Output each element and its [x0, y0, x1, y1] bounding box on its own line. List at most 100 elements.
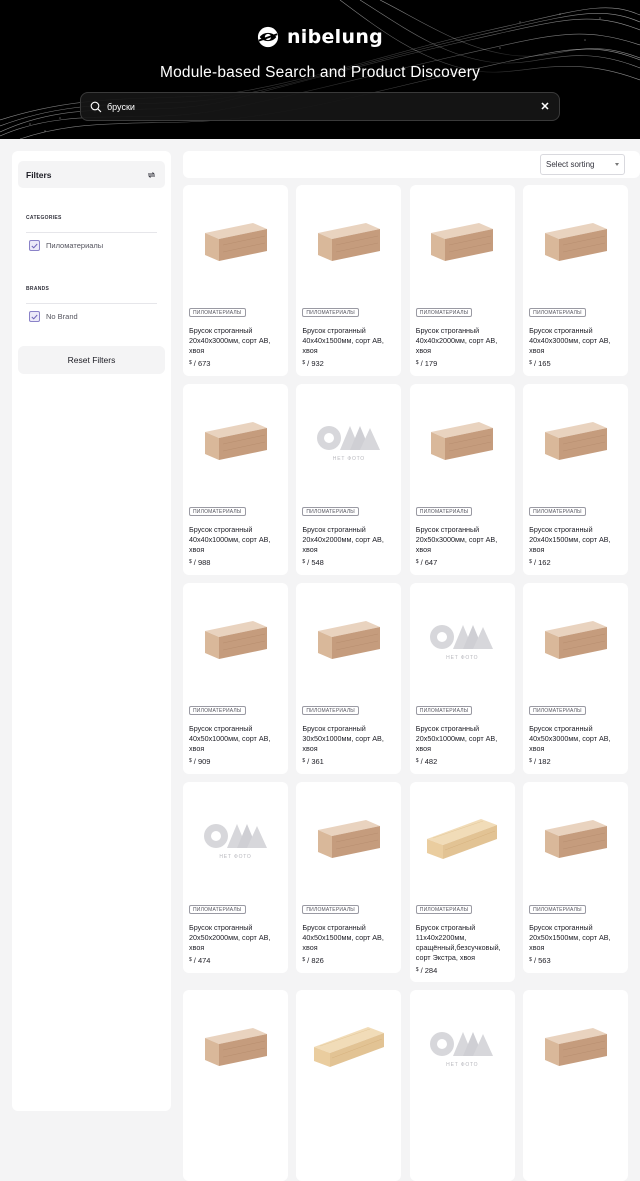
product-card[interactable]: ПИЛОМАТЕРИАЛЫ Брусок строганный 20x50x30…	[409, 384, 515, 575]
product-image[interactable]	[410, 782, 515, 900]
product-price: $/ 361	[302, 757, 324, 766]
product-card[interactable]: ПИЛОМАТЕРИАЛЫ Брусок строганый 11x40x220…	[409, 782, 515, 982]
product-title[interactable]: Брусок строганый 11x40x2200мм, сращённый…	[416, 923, 511, 963]
product-image[interactable]	[523, 583, 628, 701]
price-value: 932	[311, 359, 324, 368]
product-title[interactable]: Брусок строганный 40x40x1000мм, сорт АВ,…	[189, 525, 284, 555]
product-title[interactable]: Брусок строганный 20x50x3000мм, сорт АВ,…	[416, 525, 511, 555]
product-title[interactable]: Брусок строганный 20x40x1500мм, сорт АВ,…	[529, 525, 624, 555]
product-card[interactable]: НЕТ ФОТО ПИЛОМАТЕРИАЛЫ Брусок строганный…	[296, 384, 402, 575]
wood-board-image	[313, 1027, 384, 1067]
brand-filter-option[interactable]: No Brand	[29, 311, 78, 322]
product-image[interactable]	[183, 185, 288, 303]
currency-symbol: $	[302, 957, 306, 963]
product-title[interactable]: Брусок строганный 20x50x1000мм, сорт АВ,…	[416, 724, 511, 754]
brand-logo[interactable]: nibelung	[0, 26, 640, 48]
product-card[interactable]: ПИЛОМАТЕРИАЛЫ Брусок строганный 40x50x10…	[183, 583, 288, 774]
product-image[interactable]: НЕТ ФОТО	[410, 990, 515, 1108]
product-card[interactable]	[183, 990, 288, 1181]
product-card[interactable]: ПИЛОМАТЕРИАЛЫ Брусок строганный 40x50x30…	[523, 583, 629, 774]
product-title[interactable]: Брусок строганный 20x50x2000мм, сорт АВ,…	[189, 923, 284, 953]
category-filter-option[interactable]: Пиломатериалы	[29, 240, 103, 251]
no-photo-caption: НЕТ ФОТО	[446, 655, 479, 661]
product-title[interactable]: Брусок строганный 30x50x1000мм, сорт АВ,…	[302, 724, 397, 754]
hero-tagline: Module-based Search and Product Discover…	[159, 64, 481, 81]
product-image[interactable]	[183, 583, 288, 701]
sort-select[interactable]: Select sorting	[540, 154, 625, 175]
product-card[interactable]: ПИЛОМАТЕРИАЛЫ Брусок строганный 40x40x30…	[523, 185, 629, 376]
category-badge: ПИЛОМАТЕРИАЛЫ	[189, 905, 246, 914]
product-title[interactable]: Брусок строганный 40x50x1500мм, сорт АВ,…	[302, 923, 397, 953]
wood-beam-image	[317, 621, 380, 659]
product-card[interactable]: ПИЛОМАТЕРИАЛЫ Брусок строганный 40x40x20…	[409, 185, 515, 376]
currency-symbol: $	[189, 360, 192, 366]
reset-filters-button[interactable]: Reset Filters	[18, 346, 165, 374]
price-value: 482	[424, 757, 438, 766]
category-badge: ПИЛОМАТЕРИАЛЫ	[302, 706, 359, 715]
product-image[interactable]	[183, 990, 288, 1108]
product-card[interactable]: ПИЛОМАТЕРИАЛЫ Брусок строганный 40x40x10…	[183, 384, 288, 575]
results-toolbar: Select sorting	[183, 151, 640, 178]
product-card[interactable]: ПИЛОМАТЕРИАЛЫ Брусок строганный 20x40x15…	[523, 384, 629, 575]
sort-select-label: Select sorting	[546, 160, 595, 169]
product-image[interactable]	[523, 990, 628, 1108]
product-image[interactable]	[296, 583, 401, 701]
product-image[interactable]	[296, 185, 401, 303]
filters-sidebar: Filters CATEGORIES Пиломатериалы BRANDS …	[12, 151, 171, 1111]
product-grid: ПИЛОМАТЕРИАЛЫ Брусок строганный 20x40x30…	[183, 185, 640, 1181]
product-price: $/ 182	[529, 757, 551, 766]
product-image[interactable]	[410, 384, 515, 502]
category-badge: ПИЛОМАТЕРИАЛЫ	[189, 507, 246, 516]
product-card[interactable]: НЕТ ФОТО ПИЛОМАТЕРИАЛЫ Брусок строганный…	[409, 583, 515, 774]
product-image[interactable]: НЕТ ФОТО	[410, 583, 515, 701]
product-title[interactable]: Брусок строганный 40x50x3000мм, сорт АВ,…	[529, 724, 624, 754]
product-card[interactable]: ПИЛОМАТЕРИАЛЫ Брусок строганный 40x40x15…	[296, 185, 402, 376]
product-card[interactable]	[523, 990, 629, 1181]
product-image[interactable]	[410, 185, 515, 303]
checkmark-icon	[31, 314, 38, 320]
no-photo-placeholder: НЕТ ФОТО	[429, 623, 495, 661]
wood-beam-image	[204, 223, 267, 261]
category-checkbox[interactable]	[29, 240, 40, 251]
price-value: 647	[424, 558, 438, 567]
wood-beam-image	[544, 422, 607, 460]
product-image[interactable]	[523, 782, 628, 900]
product-card[interactable]: ПИЛОМАТЕРИАЛЫ Брусок строганный 20x40x30…	[183, 185, 288, 376]
no-photo-caption: НЕТ ФОТО	[219, 854, 252, 860]
product-image[interactable]: НЕТ ФОТО	[296, 384, 401, 502]
brands-section-title: BRANDS	[26, 286, 50, 292]
product-image[interactable]	[296, 782, 401, 900]
product-card[interactable]: НЕТ ФОТО ПИЛОМАТЕРИАЛЫ Брусок строганный…	[183, 782, 288, 973]
category-badge: ПИЛОМАТЕРИАЛЫ	[302, 507, 359, 516]
search-input[interactable]	[107, 101, 534, 112]
product-title[interactable]: Брусок строганный 40x40x3000мм, сорт АВ,…	[529, 326, 624, 356]
clear-search-button[interactable]: ✕	[534, 96, 556, 118]
eye-logo-icon	[257, 26, 279, 48]
refresh-icon[interactable]	[147, 171, 156, 179]
product-price: $/ 563	[529, 956, 551, 965]
product-title[interactable]: Брусок строганный 20x50x1500мм, сорт АВ,…	[529, 923, 624, 953]
product-title[interactable]: Брусок строганный 40x40x1500мм, сорт АВ,…	[302, 326, 397, 356]
product-card[interactable]	[296, 990, 402, 1181]
product-image[interactable]	[523, 185, 628, 303]
price-value: 361	[311, 757, 324, 766]
product-image[interactable]	[183, 384, 288, 502]
product-title[interactable]: Брусок строганный 40x40x2000мм, сорт АВ,…	[416, 326, 511, 356]
brand-checkbox[interactable]	[29, 311, 40, 322]
product-card[interactable]: ПИЛОМАТЕРИАЛЫ Брусок строганный 20x50x15…	[523, 782, 629, 973]
product-image[interactable]: НЕТ ФОТО	[183, 782, 288, 900]
product-price: $/ 932	[302, 359, 324, 368]
product-price: $/ 548	[302, 558, 324, 567]
product-image[interactable]	[296, 990, 401, 1108]
wood-beam-image	[204, 422, 267, 460]
product-title[interactable]: Брусок строганный 40x50x1000мм, сорт АВ,…	[189, 724, 284, 754]
product-card[interactable]: ПИЛОМАТЕРИАЛЫ Брусок строганный 30x50x10…	[296, 583, 402, 774]
product-card[interactable]: НЕТ ФОТО	[409, 990, 515, 1181]
product-title[interactable]: Брусок строганный 20x40x2000мм, сорт АВ,…	[302, 525, 397, 555]
product-image[interactable]	[523, 384, 628, 502]
no-photo-placeholder: НЕТ ФОТО	[429, 1030, 495, 1068]
currency-symbol: $	[189, 758, 192, 764]
product-price: $/ 826	[302, 956, 324, 965]
product-card[interactable]: ПИЛОМАТЕРИАЛЫ Брусок строганный 40x50x15…	[296, 782, 402, 973]
product-title[interactable]: Брусок строганный 20x40x3000мм, сорт АВ,…	[189, 326, 284, 356]
